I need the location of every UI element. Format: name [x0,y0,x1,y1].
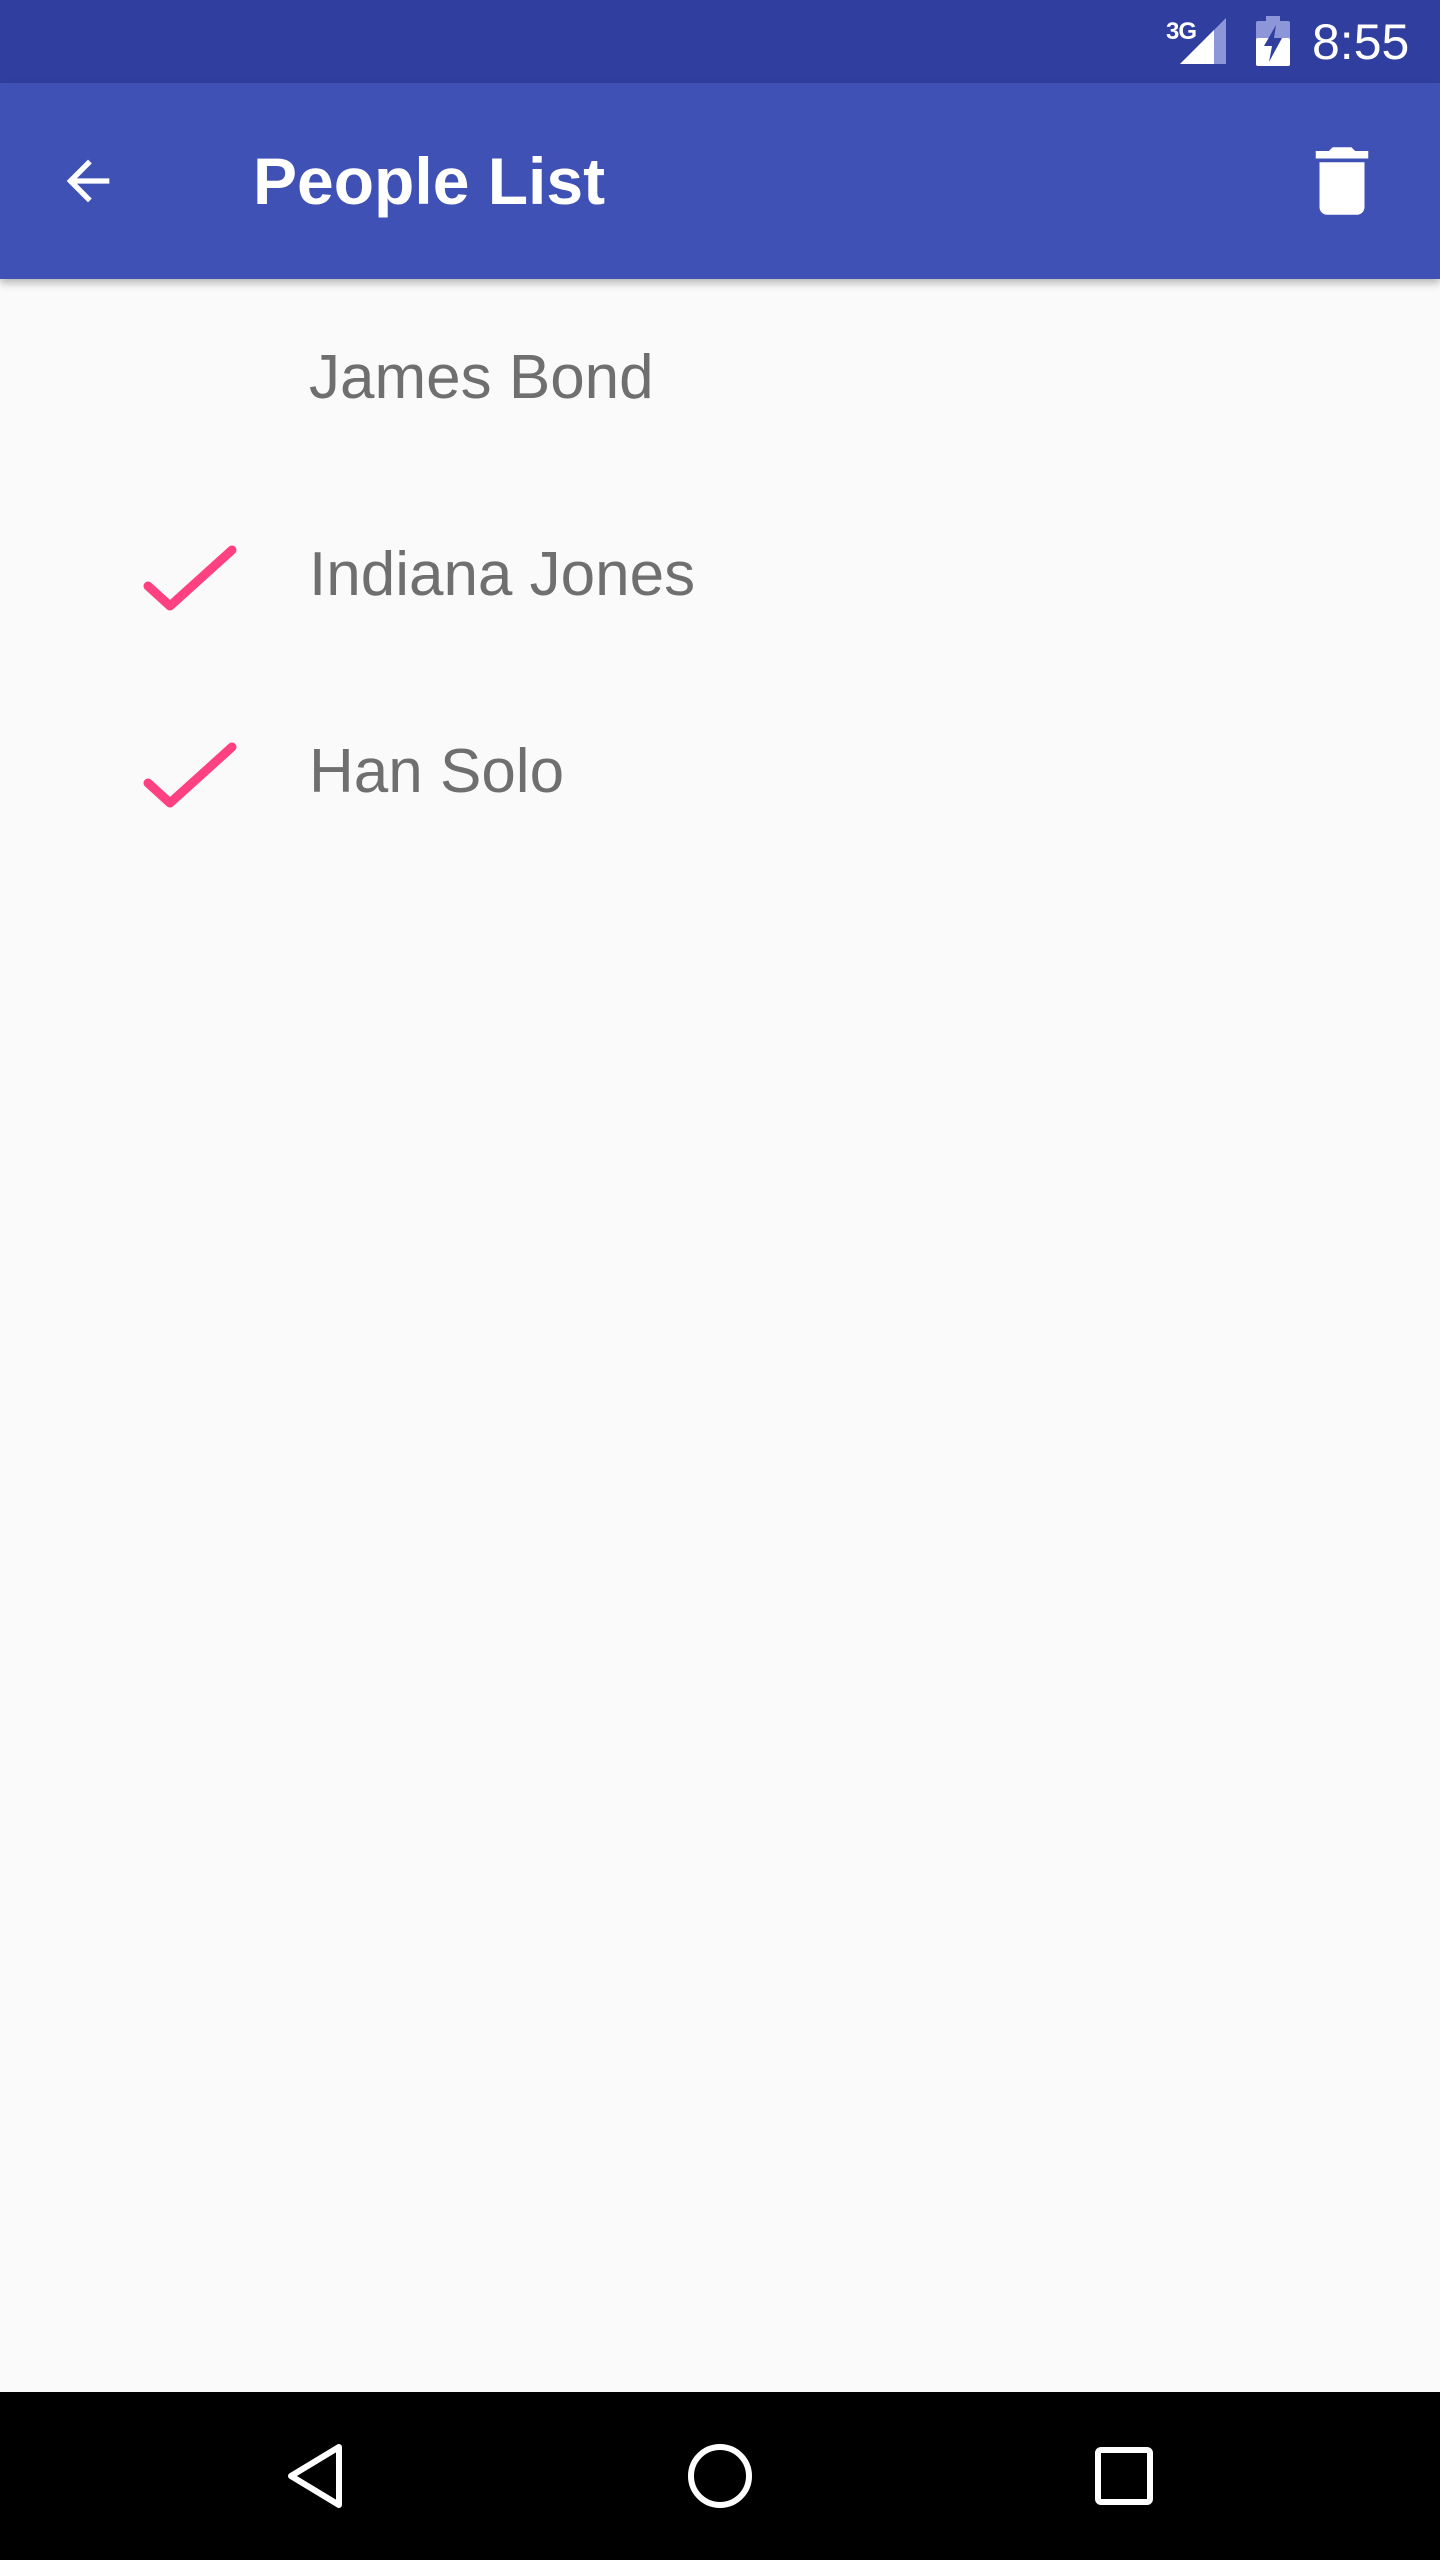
status-bar: 3G 8:55 [0,0,1440,83]
person-name: James Bond [309,343,654,412]
status-time: 8:55 [1312,14,1410,70]
nav-home-icon [688,2444,752,2508]
check-icon [143,545,237,611]
delete-button[interactable] [1294,133,1390,229]
nav-recents-icon [1095,2447,1153,2505]
back-button[interactable] [40,133,136,229]
person-name: Indiana Jones [309,540,696,609]
nav-home-button[interactable] [670,2426,770,2526]
screen: 3G 8:55 People List James Bond Indiana J… [0,0,1440,2560]
list-item[interactable]: James Bond [0,279,1440,476]
nav-recents-button[interactable] [1074,2426,1174,2526]
people-list: James Bond Indiana Jones Han Solo [0,279,1440,870]
app-bar: People List [0,83,1440,279]
battery-charging-icon [1256,16,1290,66]
trash-icon [1315,147,1369,215]
list-item[interactable]: Indiana Jones [0,476,1440,673]
check-icon [143,742,237,808]
signal-icon [1180,18,1226,64]
list-item[interactable]: Han Solo [0,673,1440,870]
arrow-back-icon [66,159,110,203]
page-title: People List [253,144,606,218]
person-name: Han Solo [309,737,565,806]
nav-back-icon [288,2444,342,2508]
nav-back-button[interactable] [266,2426,366,2526]
navigation-bar [0,2392,1440,2560]
